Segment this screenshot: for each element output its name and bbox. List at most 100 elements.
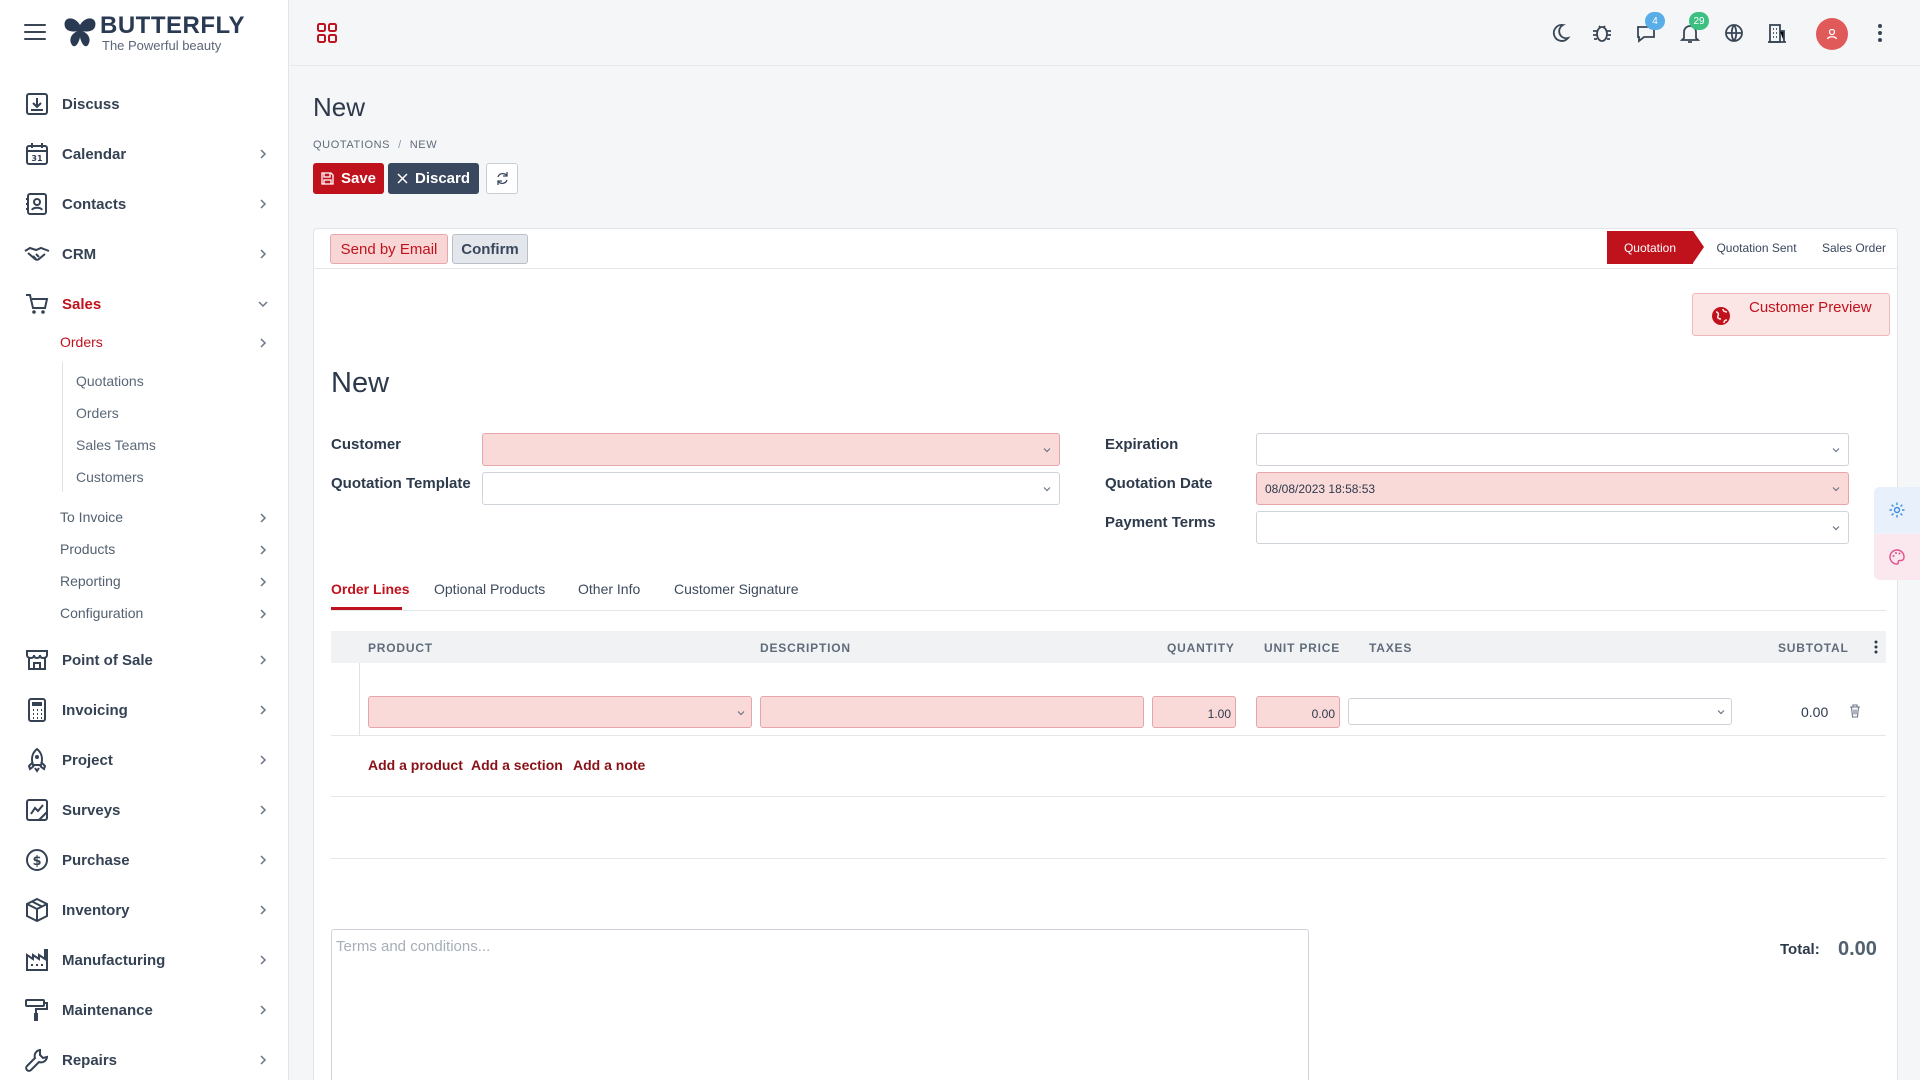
tab-customer-signature[interactable]: Customer Signature	[674, 581, 799, 597]
page-title: New	[313, 92, 366, 122]
confirm-button[interactable]: Confirm	[452, 234, 528, 264]
send-by-email-button[interactable]: Send by Email	[330, 234, 448, 264]
sidebar-sub-reporting[interactable]: Reporting	[60, 573, 121, 589]
bell-icon[interactable]: 29	[1675, 12, 1709, 48]
column-subtotal[interactable]: SUBTOTAL	[1778, 641, 1849, 655]
chevron-down-icon	[1832, 448, 1840, 453]
tab-order-lines[interactable]: Order Lines	[331, 581, 410, 597]
line-taxes-field[interactable]	[1348, 698, 1732, 725]
trash-icon[interactable]	[1849, 704, 1861, 718]
sidebar-item-contacts[interactable]: Contacts	[0, 184, 289, 224]
active-tab-indicator	[331, 607, 402, 610]
sidebar-sub-to-invoice[interactable]: To Invoice	[60, 509, 123, 525]
sidebar-item-invoicing[interactable]: Invoicing	[0, 690, 289, 730]
tab-optional-products[interactable]: Optional Products	[434, 581, 545, 597]
gear-icon	[1889, 502, 1905, 518]
chevron-right-icon	[260, 199, 267, 209]
sidebar-sub-orders[interactable]: Orders	[60, 334, 103, 350]
sidebar-sub-configuration[interactable]: Configuration	[60, 605, 143, 621]
sidebar-item-maintenance[interactable]: Maintenance	[0, 990, 289, 1030]
breadcrumb-quotations[interactable]: QUOTATIONS	[313, 139, 390, 151]
settings-tool-button[interactable]	[1874, 487, 1920, 533]
brand-tagline: The Powerful beauty	[102, 38, 222, 53]
sidebar-item-repairs[interactable]: Repairs	[0, 1040, 289, 1080]
sidebar-item-discuss[interactable]: Discuss	[0, 84, 289, 124]
contacts-icon	[26, 193, 47, 215]
sidebar-item-project[interactable]: Project	[0, 740, 289, 780]
avatar[interactable]	[1816, 18, 1848, 50]
column-quantity[interactable]: QUANTITY	[1167, 641, 1235, 655]
line-unit-price-field[interactable]: 0.00	[1256, 696, 1340, 728]
chevron-down-icon	[1043, 487, 1051, 492]
column-product[interactable]: PRODUCT	[368, 641, 433, 655]
chevron-right-icon	[260, 545, 267, 555]
store-icon	[26, 650, 48, 670]
chat-icon[interactable]: 4	[1631, 12, 1665, 48]
column-options-icon[interactable]	[1873, 639, 1879, 655]
add-section-link[interactable]: Add a section	[471, 757, 563, 773]
sidebar-item-manufacturing[interactable]: Manufacturing	[0, 940, 289, 980]
line-description-field[interactable]	[760, 696, 1144, 728]
kebab-icon[interactable]	[1865, 18, 1895, 48]
line-quantity-field[interactable]: 1.00	[1152, 696, 1236, 728]
terms-textarea[interactable]: Terms and conditions...	[331, 929, 1309, 1080]
customer-field[interactable]	[482, 433, 1060, 466]
sidebar-item-point-of-sale[interactable]: Point of Sale	[0, 640, 289, 680]
sidebar-subsub-quotations[interactable]: Quotations	[76, 373, 144, 389]
bug-icon[interactable]	[1587, 18, 1617, 48]
divider	[331, 858, 1886, 859]
save-button[interactable]: Save	[313, 163, 384, 194]
sidebar-item-label: Inventory	[62, 901, 130, 919]
customer-preview-button[interactable]: Customer Preview	[1692, 293, 1890, 336]
sidebar-sub-products[interactable]: Products	[60, 541, 115, 557]
refresh-button[interactable]	[486, 163, 518, 194]
building-icon[interactable]	[1762, 18, 1792, 48]
sidebar-item-surveys[interactable]: Surveys	[0, 790, 289, 830]
payment-terms-field[interactable]	[1256, 511, 1849, 544]
discard-button[interactable]: Discard	[388, 163, 479, 194]
quotation-date-field[interactable]: 08/08/2023 18:58:53	[1256, 472, 1849, 505]
quotation-template-field[interactable]	[482, 472, 1060, 505]
stage-sales-order[interactable]: Sales Order	[1814, 231, 1894, 264]
apps-grid-icon[interactable]	[316, 22, 338, 44]
divider	[331, 796, 1886, 797]
column-unit-price[interactable]: UNIT PRICE	[1264, 641, 1340, 655]
sidebar-subsub-sales-teams[interactable]: Sales Teams	[76, 437, 156, 453]
add-note-link[interactable]: Add a note	[573, 757, 645, 773]
chevron-down-icon	[258, 301, 268, 308]
theme-tool-button[interactable]	[1874, 534, 1920, 580]
box-icon	[26, 897, 48, 923]
moon-icon[interactable]	[1545, 18, 1575, 48]
sidebar-subsub-customers[interactable]: Customers	[76, 469, 144, 485]
brand-name: BUTTERFLY	[100, 12, 245, 39]
tab-other-info[interactable]: Other Info	[578, 581, 640, 597]
sidebar-item-crm[interactable]: CRM	[0, 234, 289, 274]
sidebar-item-inventory[interactable]: Inventory	[0, 890, 289, 930]
sidebar: BUTTERFLY The Powerful beauty Discuss 31…	[0, 0, 289, 1080]
stage-quotation-sent[interactable]: Quotation Sent	[1704, 231, 1809, 264]
stage-quotation[interactable]: Quotation	[1607, 231, 1693, 264]
breadcrumb-separator: /	[398, 139, 402, 151]
chevron-down-icon	[1043, 448, 1051, 453]
line-product-field[interactable]	[368, 696, 752, 728]
floppy-icon	[321, 172, 334, 185]
sidebar-item-sales[interactable]: Sales	[0, 284, 289, 324]
sidebar-subsub-orders[interactable]: Orders	[76, 405, 119, 421]
line-quantity-value: 1.00	[1207, 707, 1231, 721]
svg-text:31: 31	[31, 154, 43, 163]
wrench-icon	[25, 1048, 49, 1072]
sidebar-item-purchase[interactable]: $ Purchase	[0, 840, 289, 880]
side-tools	[1874, 487, 1920, 580]
expiration-field[interactable]	[1256, 433, 1849, 466]
form-tabs: Order Lines Optional Products Other Info…	[331, 569, 1886, 611]
column-taxes[interactable]: TAXES	[1369, 641, 1412, 655]
brand-logo[interactable]: BUTTERFLY The Powerful beauty	[62, 14, 245, 52]
sidebar-item-label: Sales	[62, 295, 102, 313]
hamburger-menu-icon[interactable]	[24, 24, 46, 42]
column-description[interactable]: DESCRIPTION	[760, 641, 851, 655]
globe-icon[interactable]	[1719, 18, 1749, 48]
add-product-link[interactable]: Add a product	[368, 757, 463, 773]
quotation-date-label: Quotation Date	[1105, 475, 1213, 492]
sidebar-item-calendar[interactable]: 31 Calendar	[0, 134, 289, 174]
svg-text:$: $	[32, 854, 41, 869]
